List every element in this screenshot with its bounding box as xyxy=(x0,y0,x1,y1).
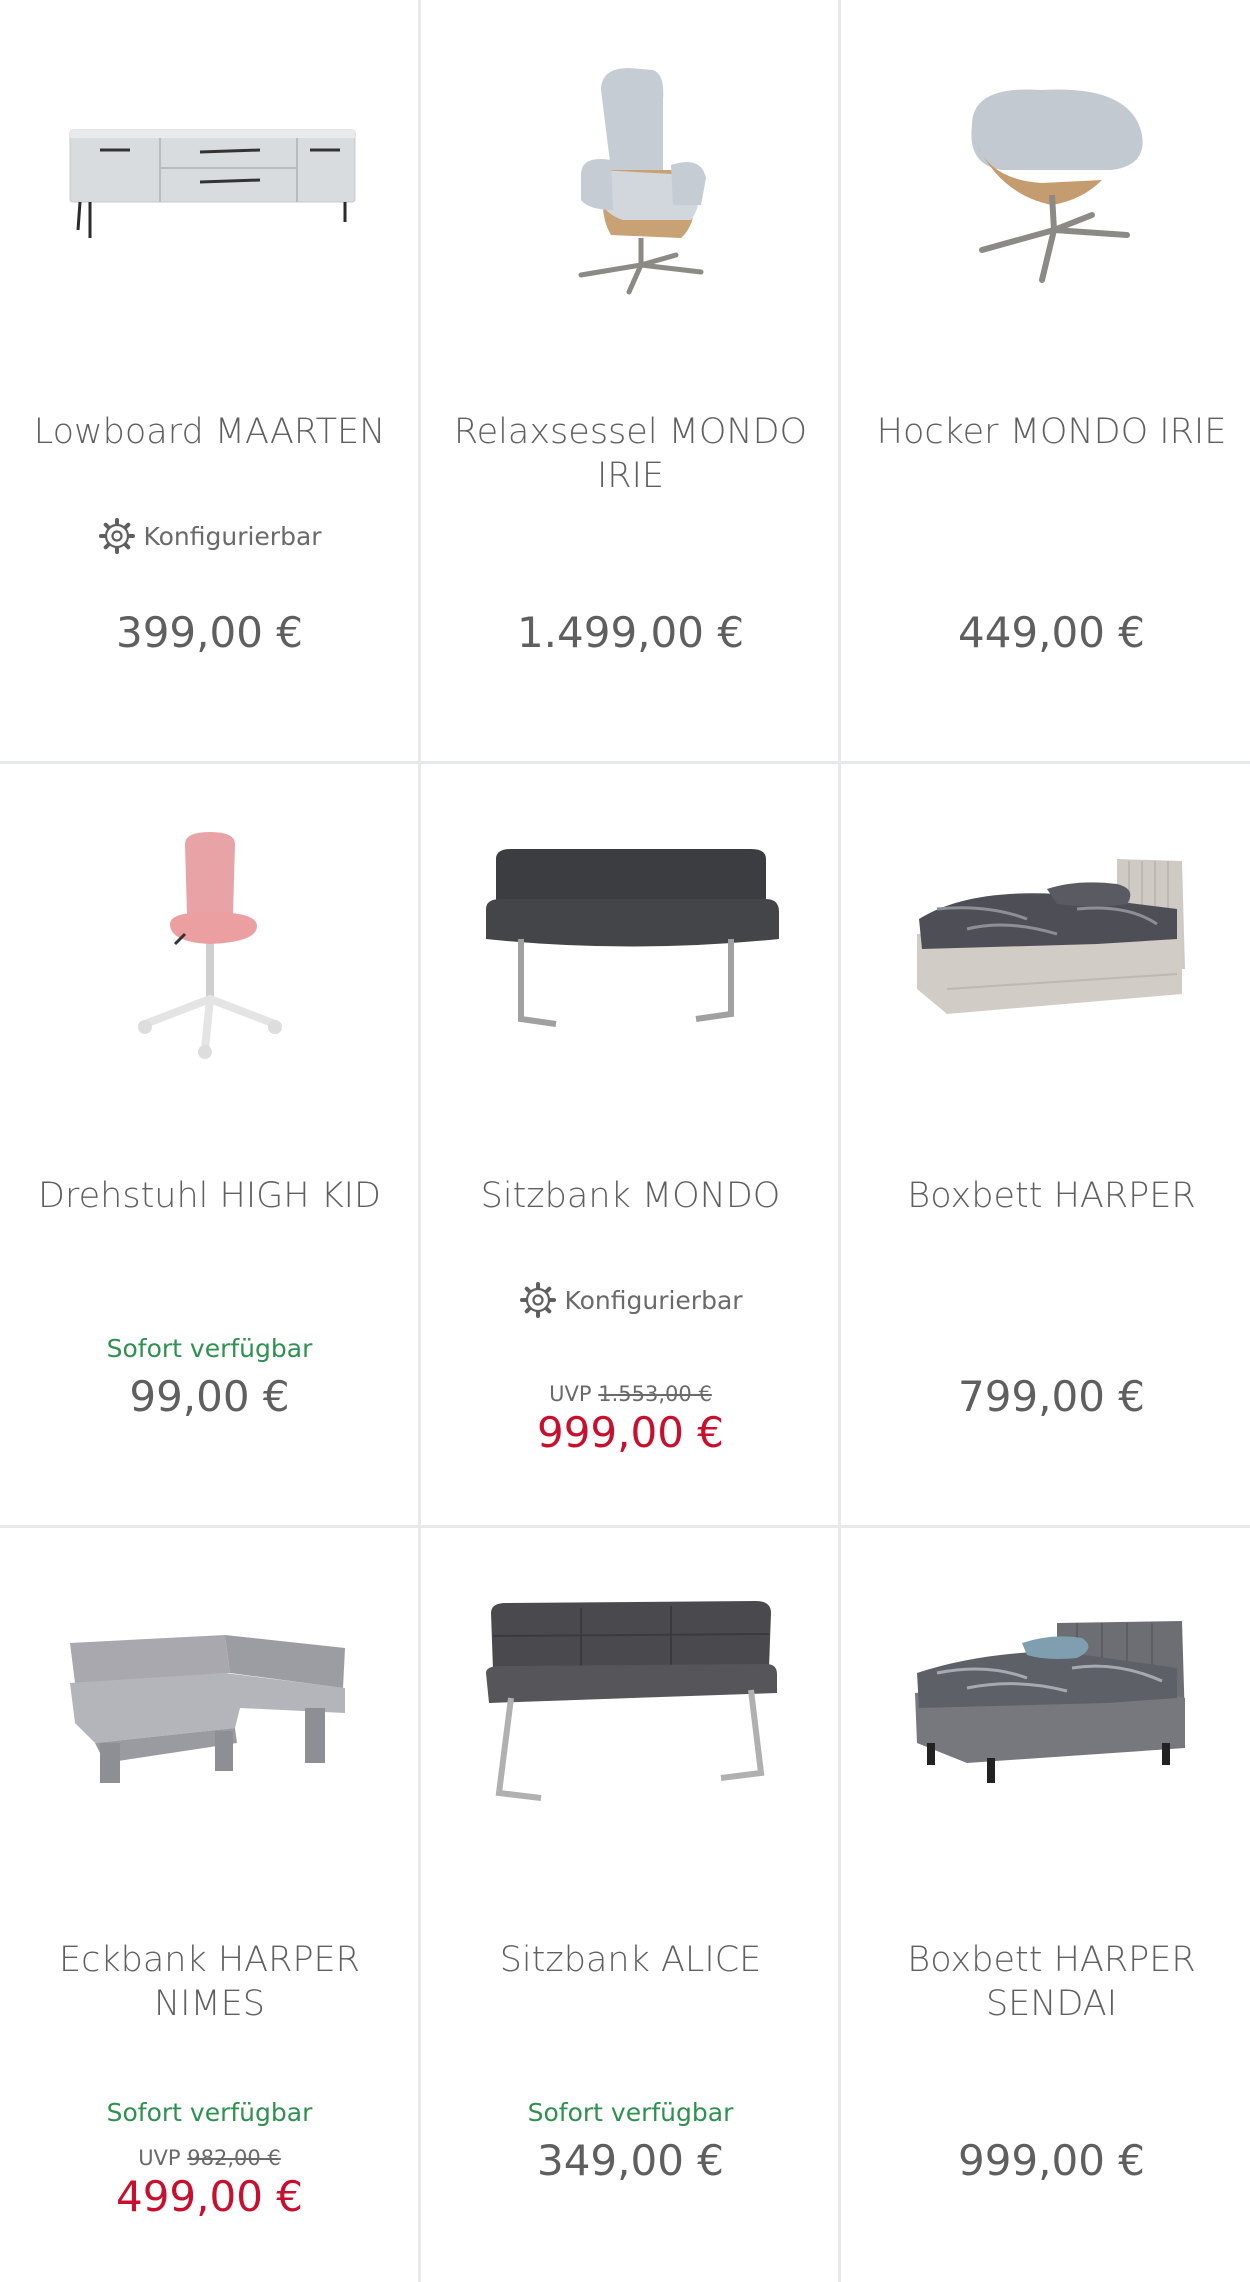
product-card-lowboard-maarten[interactable]: Lowboard MAARTEN Konfigurierbar 399,00 € xyxy=(0,0,419,764)
product-card-relaxsessel-mondo-irie[interactable]: Relaxsessel MONDO IRIE 1.499,00 € xyxy=(421,0,840,764)
uvp-label: UVP xyxy=(138,2146,181,2170)
product-image[interactable] xyxy=(421,30,840,330)
configurable-label: Konfigurierbar xyxy=(564,1285,743,1315)
product-image[interactable] xyxy=(842,794,1250,1094)
availability-label: Sofort verfügbar xyxy=(106,2098,313,2127)
uvp-price: UVP 1.553,00 € xyxy=(421,1382,840,1406)
row-divider xyxy=(0,761,1250,764)
product-title[interactable]: Drehstuhl HIGH KID xyxy=(10,1174,409,1218)
configurable-badge: Konfigurierbar xyxy=(421,1280,840,1320)
product-price: 349,00 € xyxy=(536,2136,725,2185)
product-image[interactable] xyxy=(0,30,419,330)
product-card-boxbett-harper-sendai[interactable]: Boxbett HARPER SENDAI 999,00 € xyxy=(842,1528,1250,2282)
product-grid: Lowboard MAARTEN Konfigurierbar 399,00 € xyxy=(0,0,1250,2282)
product-title[interactable]: Hocker MONDO IRIE xyxy=(852,410,1250,454)
product-card-boxbett-harper[interactable]: Boxbett HARPER 799,00 € xyxy=(842,764,1250,1528)
availability-label: Sofort verfügbar xyxy=(106,1334,313,1363)
product-title[interactable]: Sitzbank ALICE xyxy=(431,1938,830,1982)
product-image[interactable] xyxy=(0,794,419,1094)
column-divider xyxy=(838,0,841,2282)
product-price: 99,00 € xyxy=(129,1372,290,1421)
product-price: 799,00 € xyxy=(957,1372,1146,1421)
product-title[interactable]: Sitzbank MONDO xyxy=(431,1174,830,1218)
product-card-drehstuhl-high-kid[interactable]: Drehstuhl HIGH KID Sofort verfügbar 99,0… xyxy=(0,764,419,1528)
product-price: 449,00 € xyxy=(957,608,1146,657)
product-title[interactable]: Boxbett HARPER xyxy=(852,1174,1250,1218)
gear-icon xyxy=(520,1282,557,1318)
product-image[interactable] xyxy=(0,1558,419,1858)
product-image[interactable] xyxy=(842,1558,1250,1858)
row-divider xyxy=(0,1525,1250,1528)
product-card-hocker-mondo-irie[interactable]: Hocker MONDO IRIE 449,00 € xyxy=(842,0,1250,764)
product-card-sitzbank-mondo[interactable]: Sitzbank MONDO Konfigurierbar UVP 1.553,… xyxy=(421,764,840,1528)
product-image[interactable] xyxy=(421,1558,840,1858)
product-price: 1.499,00 € xyxy=(516,608,745,657)
configurable-badge: Konfigurierbar xyxy=(0,516,419,556)
column-divider xyxy=(418,0,421,2282)
product-price: 999,00 € xyxy=(536,1408,725,1457)
availability-label: Sofort verfügbar xyxy=(527,2098,734,2127)
product-image[interactable] xyxy=(842,30,1250,330)
product-card-sitzbank-alice[interactable]: Sitzbank ALICE Sofort verfügbar 349,00 € xyxy=(421,1528,840,2282)
product-price: 499,00 € xyxy=(115,2172,304,2221)
configurable-label: Konfigurierbar xyxy=(143,521,322,551)
product-card-eckbank-harper-nimes[interactable]: Eckbank HARPER NIMES Sofort verfügbar UV… xyxy=(0,1528,419,2282)
product-price: 999,00 € xyxy=(957,2136,1146,2185)
gear-icon xyxy=(99,518,136,554)
uvp-old-price: 982,00 € xyxy=(187,2146,281,2170)
product-title[interactable]: Boxbett HARPER SENDAI xyxy=(852,1938,1250,2026)
product-title[interactable]: Relaxsessel MONDO IRIE xyxy=(431,410,830,498)
product-image[interactable] xyxy=(421,794,840,1094)
uvp-old-price: 1.553,00 € xyxy=(598,1382,712,1406)
product-price: 399,00 € xyxy=(115,608,304,657)
product-title[interactable]: Lowboard MAARTEN xyxy=(10,410,409,454)
uvp-price: UVP 982,00 € xyxy=(0,2146,419,2170)
uvp-label: UVP xyxy=(549,1382,592,1406)
product-title[interactable]: Eckbank HARPER NIMES xyxy=(10,1938,409,2026)
